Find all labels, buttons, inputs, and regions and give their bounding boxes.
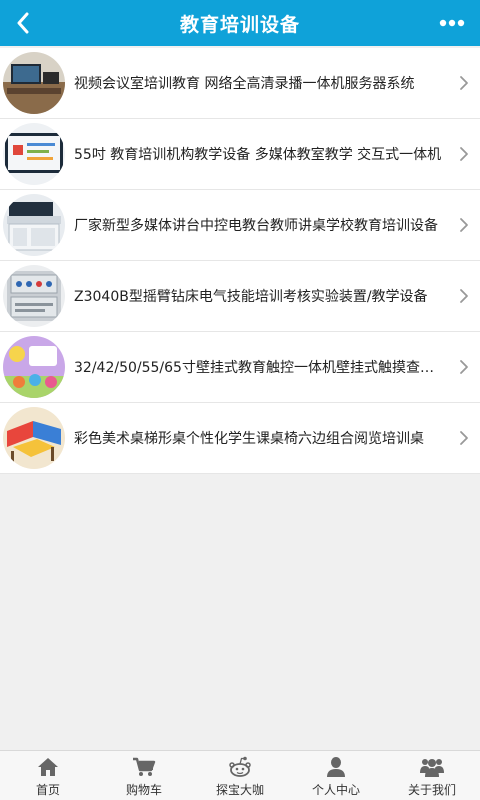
chevron-right-icon — [460, 431, 468, 445]
chevron-right-icon — [460, 76, 468, 90]
product-thumbnail — [3, 407, 65, 469]
nav-profile[interactable]: 个人中心 — [288, 751, 384, 800]
product-title: 32/42/50/55/65寸壁挂式教育触控一体机壁挂式触摸查询机 — [74, 360, 448, 376]
page-title: 教育培训设备 — [179, 13, 300, 36]
nav-label: 首页 — [35, 782, 60, 797]
product-title: 厂家新型多媒体讲台中控电教台教师讲桌学校教育培训设备 — [74, 218, 438, 234]
app-screen: 教育培训设备 视频会议室培训教育 网络全高清录播一体机服务器系统 55吋 教育培… — [0, 0, 480, 800]
nav-label: 购物车 — [125, 782, 162, 797]
list-item[interactable]: 55吋 教育培训机构教学设备 多媒体教室教学 交互式一体机 — [0, 119, 480, 190]
list-item[interactable]: Z3040B型摇臂钻床电气技能培训考核实验装置/教学设备 — [0, 261, 480, 332]
chevron-right-icon — [460, 360, 468, 374]
cart-icon — [133, 757, 156, 776]
nav-home[interactable]: 首页 — [0, 751, 96, 800]
product-thumbnail — [3, 52, 65, 114]
product-title: 彩色美术桌梯形桌个性化学生课桌椅六边组合阅览培训桌 — [74, 431, 424, 447]
product-title: 55吋 教育培训机构教学设备 多媒体教室教学 交互式一体机 — [74, 147, 442, 163]
group-icon — [420, 758, 444, 777]
product-title: 视频会议室培训教育 网络全高清录播一体机服务器系统 — [74, 76, 415, 92]
more-dots-icon — [439, 19, 465, 27]
chevron-right-icon — [460, 289, 468, 303]
user-icon — [327, 756, 345, 777]
chevron-right-icon — [460, 147, 468, 161]
nav-about[interactable]: 关于我们 — [384, 751, 480, 800]
list-item[interactable]: 32/42/50/55/65寸壁挂式教育触控一体机壁挂式触摸查询机 — [0, 332, 480, 403]
chevron-left-icon — [17, 12, 29, 34]
top-bar: 教育培训设备 — [0, 0, 480, 46]
nav-label: 探宝大咖 — [215, 782, 264, 797]
more-button[interactable] — [424, 0, 480, 46]
list-item[interactable]: 彩色美术桌梯形桌个性化学生课桌椅六边组合阅览培训桌 — [0, 403, 480, 474]
bottom-nav: 首页 购物车 探宝大咖 个人中心 关于我们 — [0, 750, 480, 800]
list-item[interactable]: 视频会议室培训教育 网络全高清录播一体机服务器系统 — [0, 48, 480, 119]
product-thumbnail — [3, 265, 65, 327]
back-button[interactable] — [0, 0, 46, 46]
chevron-right-icon — [460, 218, 468, 232]
product-list: 视频会议室培训教育 网络全高清录播一体机服务器系统 55吋 教育培训机构教学设备… — [0, 48, 480, 474]
nav-discover[interactable]: 探宝大咖 — [192, 751, 288, 800]
product-title: Z3040B型摇臂钻床电气技能培训考核实验装置/教学设备 — [74, 289, 428, 305]
product-thumbnail — [3, 336, 65, 398]
reddit-alien-icon — [229, 756, 251, 777]
list-item[interactable]: 厂家新型多媒体讲台中控电教台教师讲桌学校教育培训设备 — [0, 190, 480, 261]
nav-cart[interactable]: 购物车 — [96, 751, 192, 800]
nav-label: 个人中心 — [311, 782, 360, 797]
nav-label: 关于我们 — [407, 782, 456, 797]
product-thumbnail — [3, 123, 65, 185]
product-thumbnail — [3, 194, 65, 256]
home-icon — [38, 757, 58, 776]
